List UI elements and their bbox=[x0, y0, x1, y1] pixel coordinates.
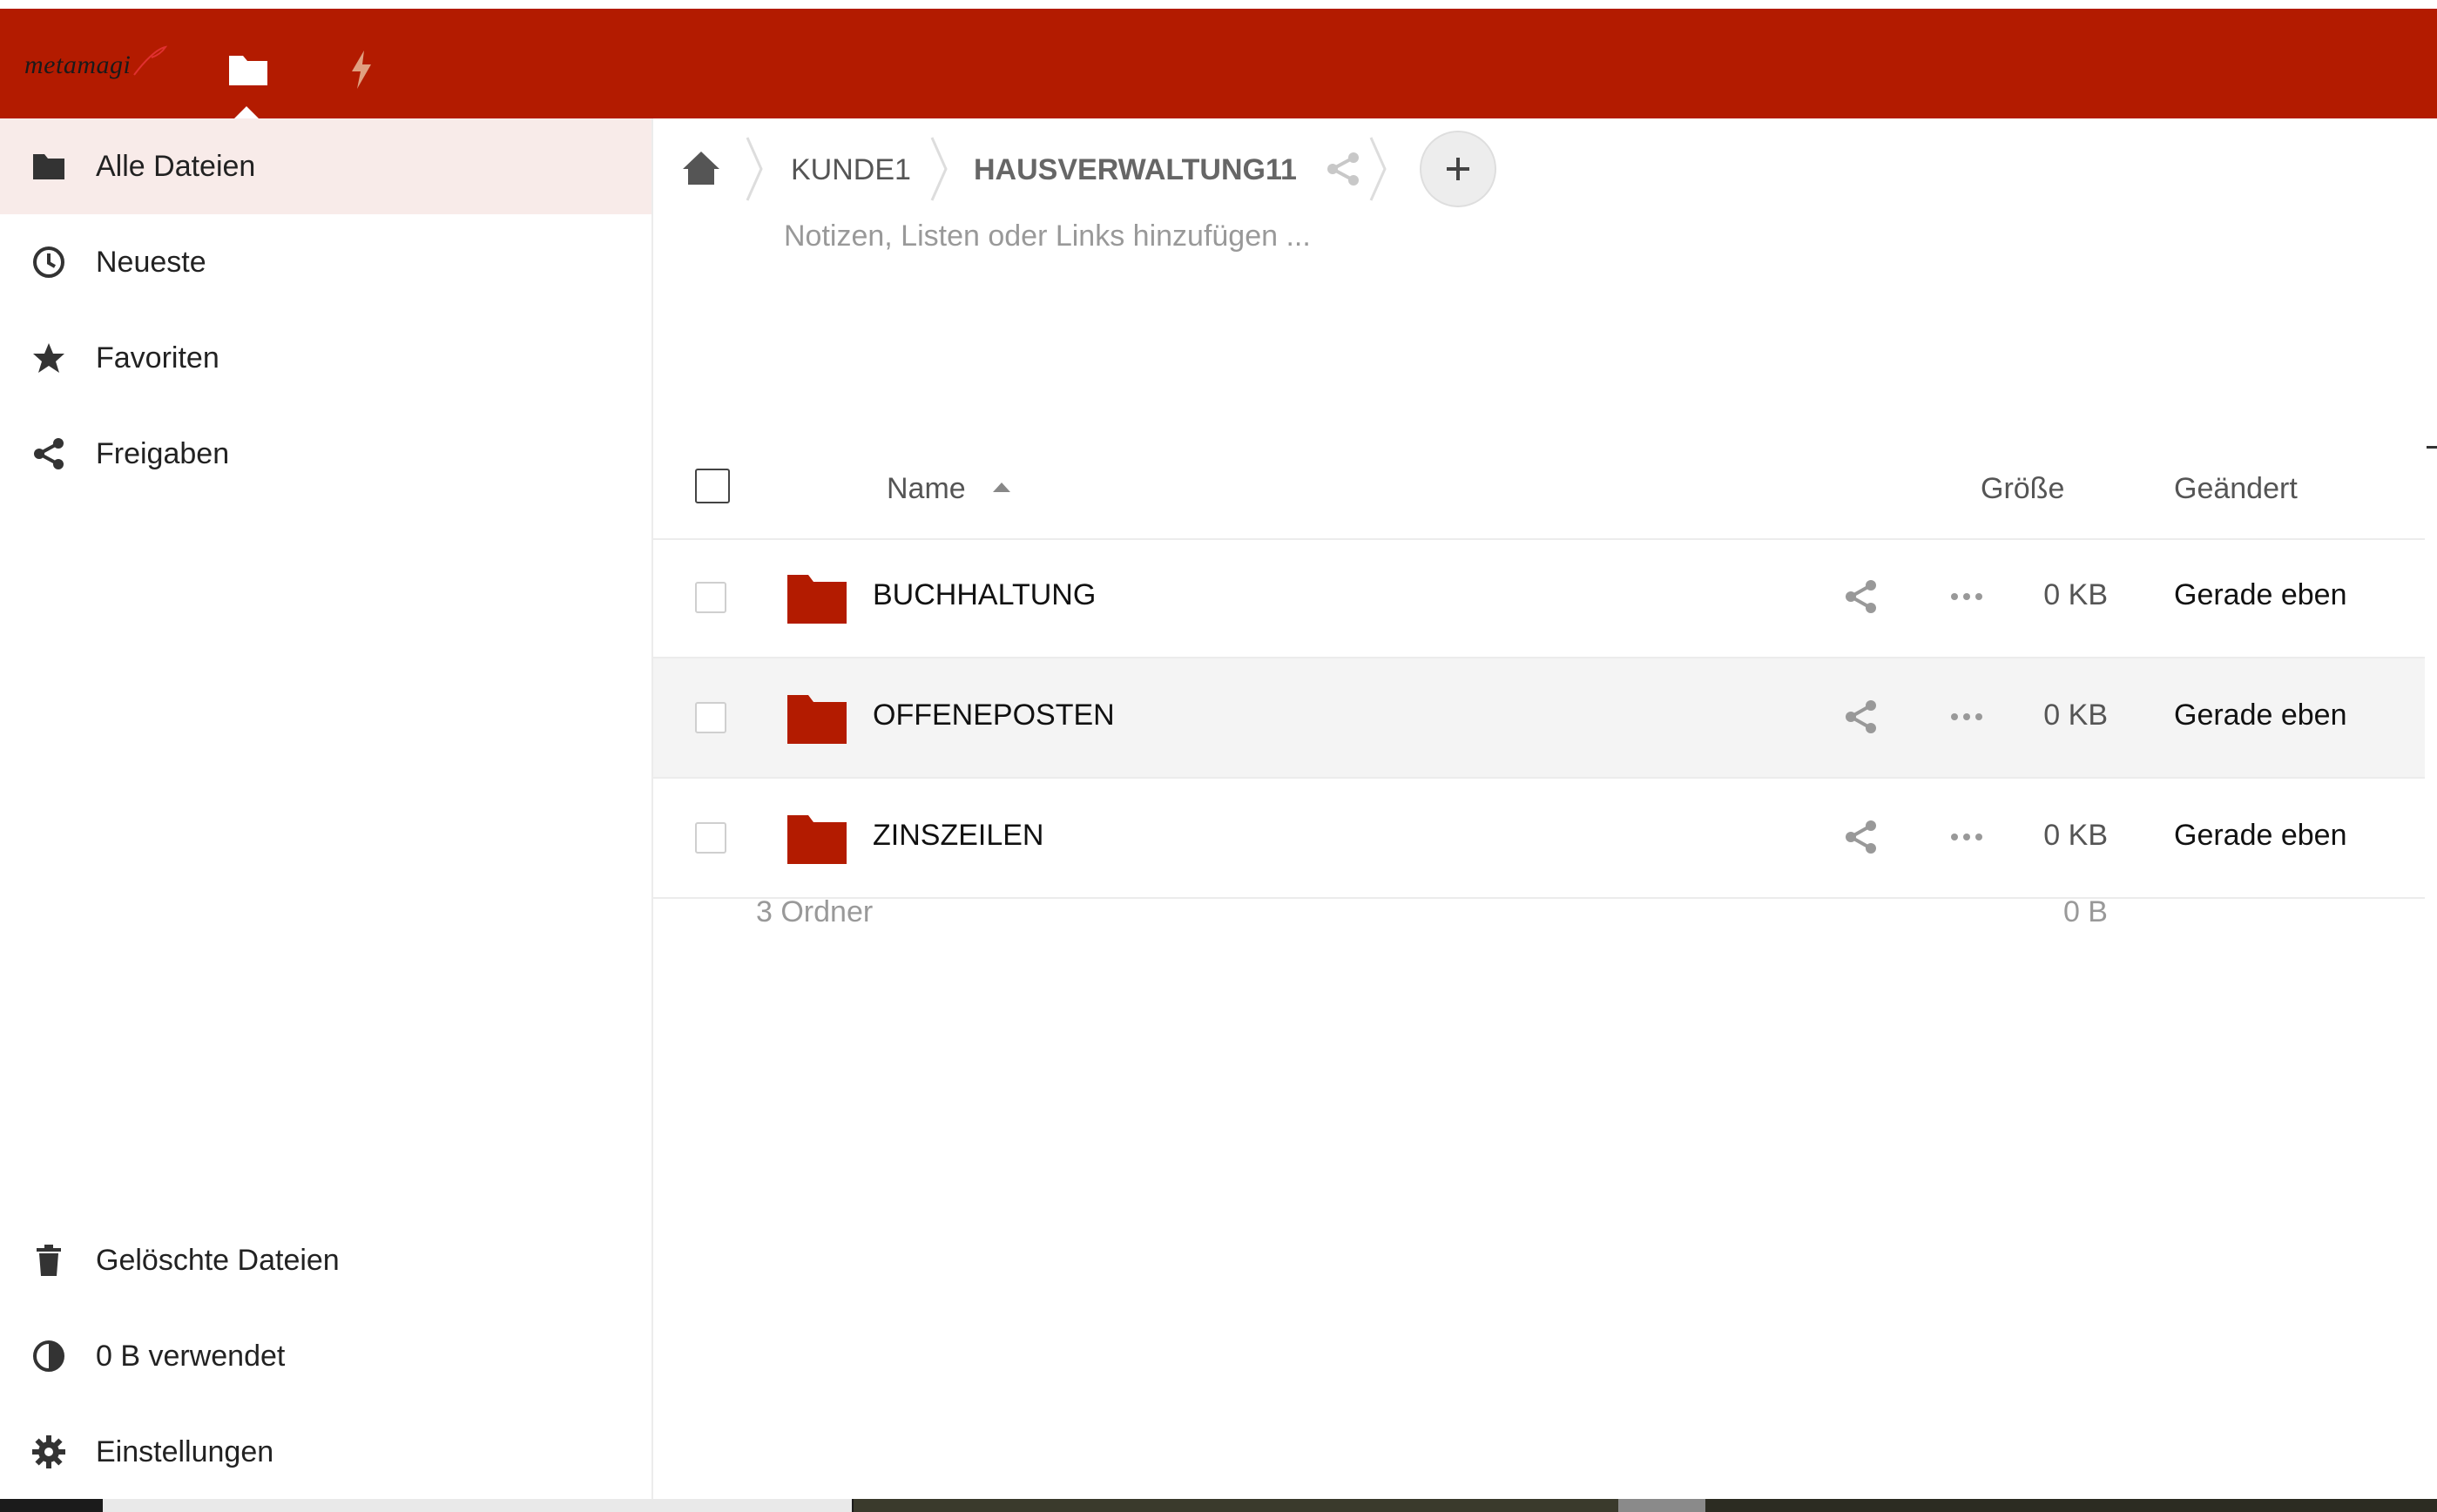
breadcrumb-separator bbox=[930, 137, 948, 201]
breadcrumb-separator bbox=[1369, 137, 1387, 201]
file-name[interactable]: BUCHHALTUNG bbox=[873, 578, 1096, 612]
file-size: 0 KB bbox=[2043, 819, 2108, 852]
file-size: 0 KB bbox=[2043, 699, 2108, 732]
sidebar-item-label: Freigaben bbox=[96, 436, 230, 470]
pie-chart-icon bbox=[30, 1337, 68, 1375]
sidebar-item-shares[interactable]: Freigaben bbox=[0, 406, 651, 502]
folder-icon bbox=[787, 695, 847, 744]
share-icon bbox=[30, 435, 68, 473]
taskbar bbox=[0, 1499, 2437, 1512]
share-icon[interactable] bbox=[1843, 578, 1880, 615]
taskbar-segment bbox=[854, 1499, 1618, 1512]
more-actions-icon[interactable] bbox=[1948, 578, 1986, 615]
more-actions-icon[interactable] bbox=[1948, 699, 1986, 735]
file-name[interactable]: ZINSZEILEN bbox=[873, 819, 1043, 853]
folder-icon bbox=[787, 815, 847, 864]
lightning-icon bbox=[352, 51, 371, 89]
share-icon[interactable] bbox=[1843, 699, 1880, 735]
app-activity-button[interactable] bbox=[331, 44, 392, 96]
trash-icon bbox=[30, 1241, 68, 1279]
table-summary: 3 Ordner 0 B bbox=[653, 878, 2425, 948]
clock-icon bbox=[30, 243, 68, 281]
file-size: 0 KB bbox=[2043, 578, 2108, 611]
breadcrumb-separator bbox=[746, 137, 763, 201]
file-modified: Gerade eben bbox=[2174, 819, 2347, 852]
sidebar-item-label: Favoriten bbox=[96, 341, 219, 375]
file-list-area: KUNDE1 HAUSVERWALTUNG11 Notizen, Listen … bbox=[653, 118, 2425, 1499]
share-icon[interactable] bbox=[1843, 819, 1880, 855]
gear-icon bbox=[30, 1433, 68, 1471]
row-checkbox[interactable] bbox=[695, 582, 726, 613]
share-icon[interactable] bbox=[1324, 150, 1362, 188]
sort-ascending-icon bbox=[993, 483, 1010, 492]
sidebar-item-deleted-files[interactable]: Gelöschte Dateien bbox=[0, 1212, 651, 1308]
sidebar-item-recent[interactable]: Neueste bbox=[0, 214, 651, 310]
app-logo[interactable]: metamagi bbox=[24, 51, 131, 80]
file-modified: Gerade eben bbox=[2174, 699, 2347, 732]
folder-icon bbox=[30, 147, 68, 186]
table-row[interactable]: OFFENEPOSTEN 0 KB Gerade eben bbox=[653, 658, 2425, 779]
taskbar-segment bbox=[1618, 1499, 1705, 1512]
sidebar-item-favorites[interactable]: Favoriten bbox=[0, 310, 651, 406]
window-top-strip bbox=[0, 0, 2437, 9]
column-header-modified[interactable]: Geändert bbox=[2174, 472, 2298, 506]
row-checkbox[interactable] bbox=[695, 822, 726, 854]
breadcrumb: KUNDE1 HAUSVERWALTUNG11 bbox=[653, 118, 2425, 223]
row-checkbox[interactable] bbox=[695, 702, 726, 733]
sidebar-item-label: Einstellungen bbox=[96, 1434, 274, 1468]
window-edge-mark bbox=[2427, 446, 2437, 449]
select-all-checkbox[interactable] bbox=[695, 469, 730, 503]
taskbar-segment bbox=[103, 1499, 852, 1512]
star-icon bbox=[30, 339, 68, 377]
top-header-bar: metamagi bbox=[0, 9, 2437, 127]
sidebar: Alle Dateien Neueste Favoriten Freigaben… bbox=[0, 118, 653, 1499]
column-header-size[interactable]: Größe bbox=[1981, 472, 2064, 506]
sidebar-item-label: Neueste bbox=[96, 245, 206, 279]
home-icon[interactable] bbox=[679, 146, 723, 190]
breadcrumb-item-kunde1[interactable]: KUNDE1 bbox=[791, 153, 911, 187]
taskbar-segment bbox=[1705, 1499, 2437, 1512]
table-header: Name Größe Geändert bbox=[653, 420, 2425, 540]
table-row[interactable]: BUCHHALTUNG 0 KB Gerade eben bbox=[653, 538, 2425, 658]
total-size: 0 B bbox=[2062, 895, 2108, 928]
file-modified: Gerade eben bbox=[2174, 578, 2347, 611]
sidebar-item-settings[interactable]: Einstellungen bbox=[0, 1404, 651, 1500]
sidebar-item-label: Gelöschte Dateien bbox=[96, 1243, 340, 1277]
folder-icon bbox=[787, 575, 847, 624]
file-name[interactable]: OFFENEPOSTEN bbox=[873, 699, 1115, 732]
logo-swoosh-icon bbox=[133, 45, 168, 76]
notes-input[interactable]: Notizen, Listen oder Links hinzufügen ..… bbox=[784, 219, 1311, 253]
plus-icon bbox=[1447, 158, 1469, 180]
sidebar-item-label: 0 B verwendet bbox=[96, 1339, 286, 1373]
sidebar-item-all-files[interactable]: Alle Dateien bbox=[0, 118, 651, 214]
column-header-name[interactable]: Name bbox=[887, 472, 966, 506]
add-new-button[interactable] bbox=[1420, 131, 1496, 207]
app-files-button[interactable] bbox=[218, 44, 279, 96]
breadcrumb-item-current[interactable]: HAUSVERWALTUNG11 bbox=[974, 153, 1297, 187]
folder-icon bbox=[229, 56, 267, 85]
sidebar-item-label: Alle Dateien bbox=[96, 149, 256, 183]
more-actions-icon[interactable] bbox=[1948, 819, 1986, 855]
folder-count: 3 Ordner bbox=[756, 895, 874, 928]
sidebar-quota[interactable]: 0 B verwendet bbox=[0, 1308, 651, 1404]
